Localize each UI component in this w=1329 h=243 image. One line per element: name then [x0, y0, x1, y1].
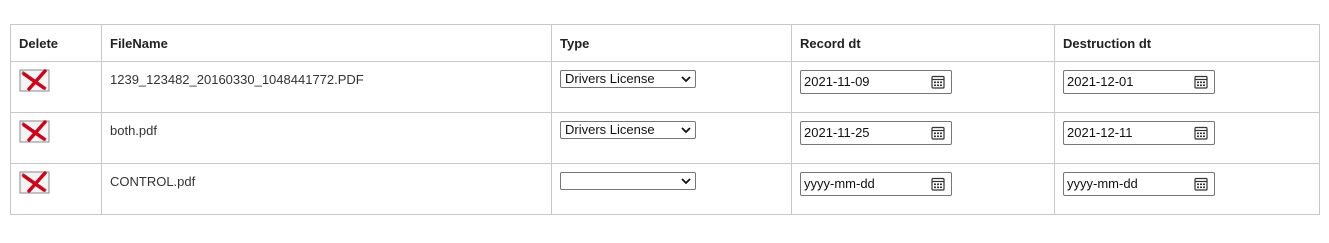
table-row: 1239_123482_20160330_1048441772.PDF Driv…: [10, 61, 1320, 113]
delete-x-icon: [19, 69, 50, 92]
chevron-down-icon: [681, 178, 691, 185]
record-dt-cell: 2021-11-09: [791, 61, 1055, 113]
destruction-dt-cell: 2021-12-11: [1054, 112, 1320, 164]
filename-text: 1239_123482_20160330_1048441772.PDF: [110, 72, 364, 87]
header-record-dt: Record dt: [791, 24, 1055, 62]
record-dt-input[interactable]: 2021-11-09: [800, 70, 952, 94]
record-dt-cell: yyyy-mm-dd: [791, 163, 1055, 215]
chevron-down-icon: [681, 76, 691, 83]
record-dt-input[interactable]: yyyy-mm-dd: [800, 172, 952, 196]
calendar-icon[interactable]: [1194, 75, 1208, 89]
filename-text: CONTROL.pdf: [110, 174, 196, 189]
record-dt-cell: 2021-11-25: [791, 112, 1055, 164]
type-select[interactable]: [560, 172, 696, 190]
record-dt-input[interactable]: 2021-11-25: [800, 121, 952, 145]
record-dt-value: 2021-11-25: [804, 125, 870, 140]
filename-text: both.pdf: [110, 123, 157, 138]
delete-button[interactable]: [19, 68, 51, 94]
table-row: both.pdf Drivers License 2021-11-25 2021…: [10, 112, 1320, 164]
delete-button[interactable]: [19, 119, 51, 145]
destruction-dt-input[interactable]: 2021-12-01: [1063, 70, 1215, 94]
filename-cell: both.pdf: [101, 112, 552, 164]
calendar-icon[interactable]: [1194, 126, 1208, 140]
type-select-value: Drivers License: [565, 71, 655, 86]
type-cell: Drivers License: [551, 112, 792, 164]
calendar-icon[interactable]: [931, 75, 945, 89]
delete-button[interactable]: [19, 170, 51, 196]
delete-x-icon: [19, 120, 50, 143]
calendar-icon[interactable]: [1194, 177, 1208, 191]
destruction-dt-input[interactable]: 2021-12-11: [1063, 121, 1215, 145]
record-dt-value: 2021-11-09: [804, 74, 870, 89]
delete-x-icon: [19, 171, 50, 194]
type-select-value: Drivers License: [565, 122, 655, 137]
header-type: Type: [551, 24, 792, 62]
destruction-dt-input[interactable]: yyyy-mm-dd: [1063, 172, 1215, 196]
delete-cell: [10, 61, 102, 113]
table-row: CONTROL.pdf yyyy-mm-dd yyyy-mm-dd: [10, 163, 1320, 215]
header-destruction-dt: Destruction dt: [1054, 24, 1320, 62]
type-cell: [551, 163, 792, 215]
chevron-down-icon: [681, 127, 691, 134]
table-header-row: Delete FileName Type Record dt Destructi…: [10, 24, 1320, 62]
delete-cell: [10, 112, 102, 164]
type-select[interactable]: Drivers License: [560, 121, 696, 139]
record-dt-value: yyyy-mm-dd: [804, 176, 875, 191]
delete-cell: [10, 163, 102, 215]
calendar-icon[interactable]: [931, 177, 945, 191]
type-cell: Drivers License: [551, 61, 792, 113]
destruction-dt-value: 2021-12-11: [1067, 125, 1133, 140]
type-select[interactable]: Drivers License: [560, 70, 696, 88]
filename-cell: 1239_123482_20160330_1048441772.PDF: [101, 61, 552, 113]
header-filename: FileName: [101, 24, 552, 62]
destruction-dt-cell: 2021-12-01: [1054, 61, 1320, 113]
destruction-dt-value: 2021-12-01: [1067, 74, 1134, 89]
filename-cell: CONTROL.pdf: [101, 163, 552, 215]
calendar-icon[interactable]: [931, 126, 945, 140]
documents-table: Delete FileName Type Record dt Destructi…: [10, 24, 1320, 215]
destruction-dt-value: yyyy-mm-dd: [1067, 176, 1138, 191]
header-delete: Delete: [10, 24, 102, 62]
destruction-dt-cell: yyyy-mm-dd: [1054, 163, 1320, 215]
